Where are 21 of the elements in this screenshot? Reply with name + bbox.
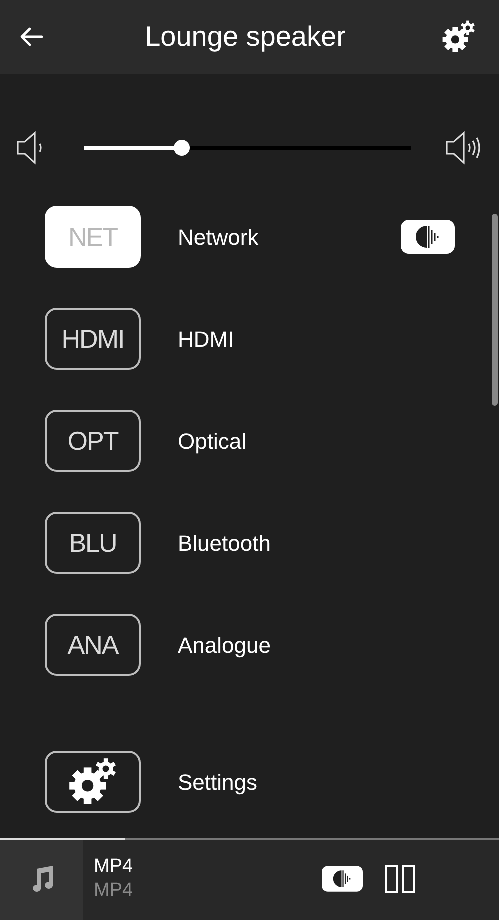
- settings-tile[interactable]: [45, 751, 141, 813]
- pause-icon: [385, 865, 415, 893]
- source-label[interactable]: Bluetooth: [178, 526, 455, 560]
- source-label[interactable]: Optical: [178, 424, 455, 458]
- back-arrow-icon: [20, 27, 44, 47]
- window-title: Lounge speaker: [145, 20, 346, 54]
- track-subtitle: MP4: [94, 879, 134, 903]
- settings-icon: [441, 19, 477, 55]
- playing-icon: [322, 866, 363, 892]
- source-badge[interactable]: HDMI: [45, 308, 141, 370]
- playing-icon: [401, 220, 455, 254]
- source-label[interactable]: Network: [178, 220, 401, 254]
- volume-up-icon: [445, 131, 483, 165]
- source-badge[interactable]: BLU: [45, 512, 141, 574]
- source-label[interactable]: Settings: [178, 766, 455, 798]
- track-title: MP4: [94, 855, 134, 879]
- source-label[interactable]: Analogue: [178, 628, 455, 662]
- source-badge[interactable]: ANA: [45, 614, 141, 676]
- source-badge[interactable]: OPT: [45, 410, 141, 472]
- pause-button[interactable]: [385, 865, 415, 893]
- source-label[interactable]: HDMI: [178, 322, 455, 356]
